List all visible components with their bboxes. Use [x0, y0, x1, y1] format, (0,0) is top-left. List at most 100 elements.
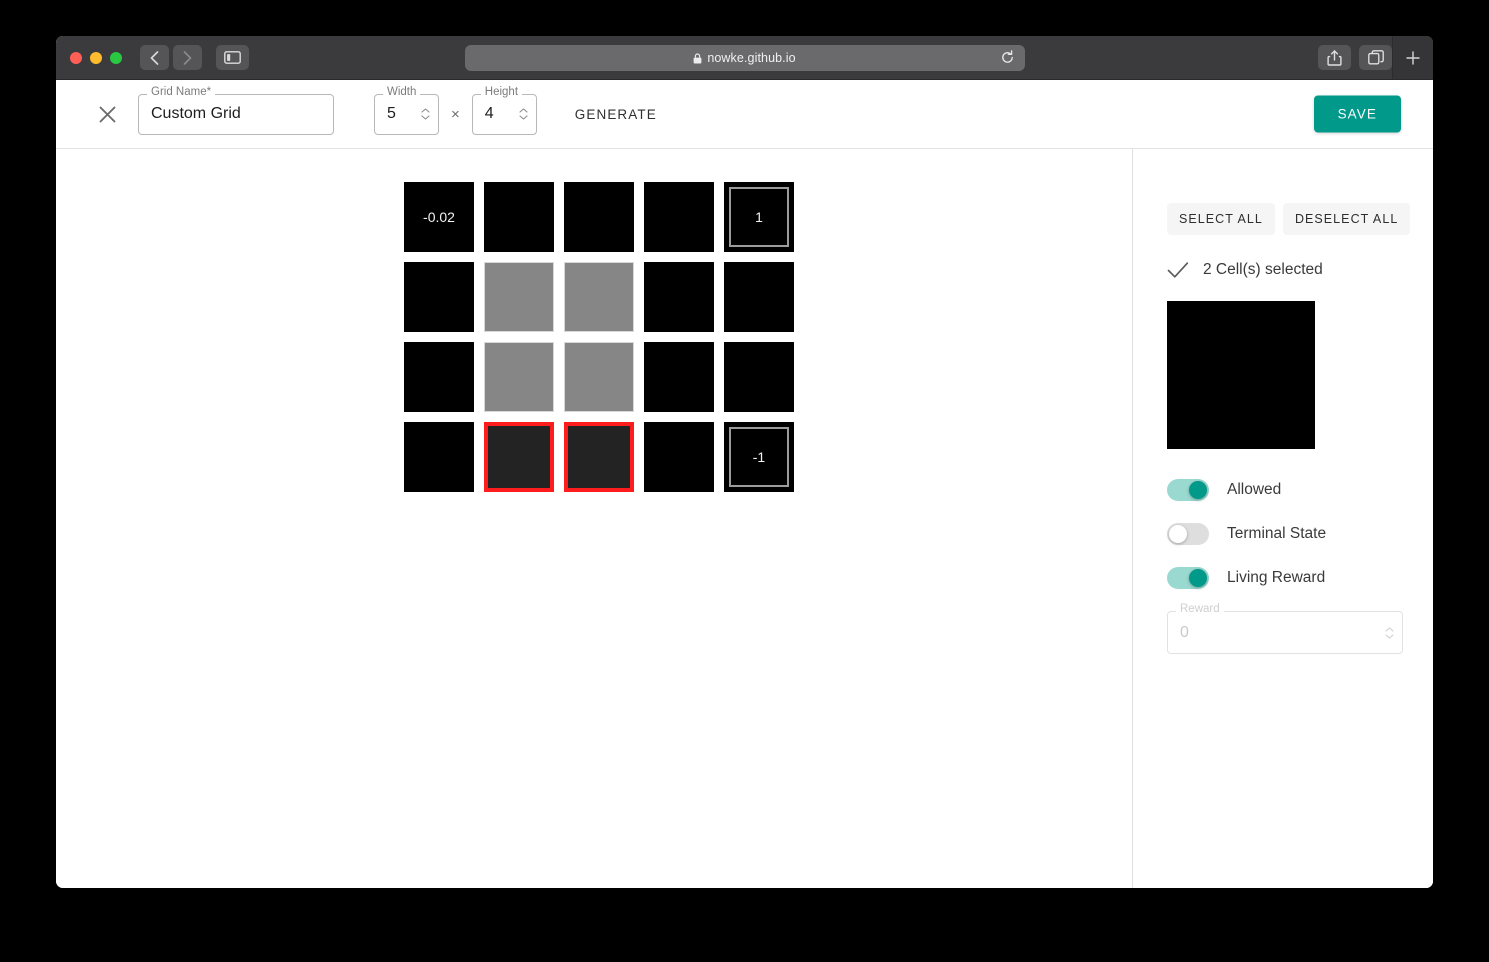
- cell-properties-panel: SELECT ALL DESELECT ALL 2 Cell(s) select…: [1133, 149, 1433, 888]
- toggle-label: Living Reward: [1227, 569, 1326, 586]
- grid-cell[interactable]: 1: [724, 182, 794, 252]
- close-editor-button[interactable]: [88, 95, 126, 133]
- new-tab-button[interactable]: [1392, 36, 1433, 79]
- screen: nowke.github.io Grid Name* Custom Grid W…: [0, 0, 1489, 962]
- dimension-separator: ×: [451, 105, 460, 123]
- grid-cell-value: -1: [752, 449, 766, 465]
- toggle-row: Living Reward: [1167, 567, 1399, 589]
- grid-cell[interactable]: [404, 422, 474, 492]
- grid-cell[interactable]: [644, 262, 714, 332]
- height-label: Height: [480, 86, 523, 98]
- browser-toolbar-right: [1318, 36, 1433, 79]
- grid-name-label: Grid Name*: [147, 86, 216, 98]
- reward-label: Reward: [1176, 603, 1224, 616]
- toggle-row: Allowed: [1167, 479, 1399, 501]
- height-stepper[interactable]: [519, 108, 528, 120]
- selection-buttons: SELECT ALL DESELECT ALL: [1167, 203, 1411, 235]
- share-icon: [1327, 49, 1342, 66]
- height-field[interactable]: Height 4: [471, 86, 537, 135]
- stepper-up-icon[interactable]: [1385, 626, 1394, 632]
- grid-cell[interactable]: [484, 182, 554, 252]
- check-icon: [1167, 262, 1189, 278]
- select-all-button[interactable]: SELECT ALL: [1167, 203, 1275, 235]
- show-tabs-icon: [1367, 50, 1384, 65]
- stepper-down-icon[interactable]: [519, 115, 528, 120]
- back-button[interactable]: [140, 45, 169, 70]
- plus-icon: [1406, 50, 1420, 65]
- deselect-all-button[interactable]: DESELECT ALL: [1282, 203, 1411, 235]
- width-label: Width: [383, 86, 421, 98]
- grid-name-field[interactable]: Grid Name* Custom Grid: [138, 86, 334, 135]
- maximize-window-button[interactable]: [110, 51, 122, 64]
- editor-body: -0.02 1 -1 SELECT ALL DESELECT ALL 2 Cell(…: [56, 149, 1433, 888]
- toggle-switch[interactable]: [1167, 523, 1209, 545]
- toggle-row: Terminal State: [1167, 523, 1399, 545]
- lock-icon: [693, 52, 702, 63]
- grid-cell[interactable]: [724, 262, 794, 332]
- sidebar-toggle-button[interactable]: [216, 45, 249, 70]
- grid-cell[interactable]: -0.02: [404, 182, 474, 252]
- grid-cell-value: -0.02: [423, 209, 455, 225]
- grid-cell[interactable]: -1: [724, 422, 794, 492]
- width-stepper[interactable]: [421, 108, 430, 120]
- save-button[interactable]: SAVE: [1313, 95, 1401, 133]
- grid-cell[interactable]: [564, 182, 634, 252]
- toggle-knob: [1189, 481, 1207, 499]
- forward-button[interactable]: [173, 45, 202, 70]
- window-controls: [70, 51, 122, 64]
- reward-field[interactable]: Reward 0: [1167, 603, 1403, 654]
- grid-cell[interactable]: [644, 182, 714, 252]
- reload-icon[interactable]: [1000, 50, 1015, 65]
- grid-name-value: Custom Grid: [151, 105, 241, 122]
- grid-container: -0.02 1 -1: [399, 177, 799, 497]
- address-bar-text-group: nowke.github.io: [693, 51, 796, 65]
- grid-cell[interactable]: [724, 342, 794, 412]
- grid-cell[interactable]: [564, 262, 634, 332]
- address-bar[interactable]: nowke.github.io: [464, 45, 1025, 71]
- close-window-button[interactable]: [70, 51, 82, 64]
- grid-cell[interactable]: [644, 422, 714, 492]
- grid: -0.02 1 -1: [399, 177, 799, 497]
- grid-cell[interactable]: [484, 342, 554, 412]
- browser-toolbar: nowke.github.io: [56, 36, 1433, 80]
- grid-cell-value: 1: [755, 209, 763, 225]
- chevron-left-icon: [150, 50, 159, 65]
- stepper-up-icon[interactable]: [421, 108, 430, 113]
- url-label: nowke.github.io: [707, 51, 796, 65]
- cell-toggles: Allowed Terminal State Living Reward: [1167, 479, 1399, 589]
- grid-cell[interactable]: [404, 342, 474, 412]
- minimize-window-button[interactable]: [90, 51, 102, 64]
- editor-toolbar: Grid Name* Custom Grid Width 5 × Height: [56, 80, 1433, 149]
- cell-color-preview[interactable]: [1167, 301, 1315, 449]
- address-bar-container: nowke.github.io: [56, 45, 1433, 71]
- close-icon: [99, 106, 115, 122]
- stepper-down-icon[interactable]: [1385, 633, 1394, 639]
- show-tabs-button[interactable]: [1359, 45, 1392, 70]
- width-field[interactable]: Width 5: [374, 86, 439, 135]
- stepper-down-icon[interactable]: [421, 115, 430, 120]
- grid-cell[interactable]: [564, 422, 634, 492]
- reward-value: 0: [1180, 623, 1189, 641]
- share-button[interactable]: [1318, 45, 1351, 70]
- toggle-switch[interactable]: [1167, 479, 1209, 501]
- grid-cell[interactable]: [484, 422, 554, 492]
- sidebar-toggle-icon: [224, 51, 241, 64]
- browser-window: nowke.github.io Grid Name* Custom Grid W…: [56, 36, 1433, 888]
- grid-cell[interactable]: [404, 262, 474, 332]
- grid-cell[interactable]: [564, 342, 634, 412]
- chevron-right-icon: [183, 50, 192, 65]
- navigation-buttons: [140, 45, 202, 70]
- stepper-up-icon[interactable]: [519, 108, 528, 113]
- selected-count-label: 2 Cell(s) selected: [1203, 261, 1323, 278]
- grid-cell[interactable]: [484, 262, 554, 332]
- generate-button[interactable]: GENERATE: [567, 99, 665, 130]
- selection-status: 2 Cell(s) selected: [1167, 261, 1399, 279]
- grid-cell[interactable]: [644, 342, 714, 412]
- toggle-knob: [1169, 525, 1187, 543]
- grid-canvas: -0.02 1 -1: [56, 149, 1133, 888]
- reward-stepper[interactable]: [1385, 626, 1394, 639]
- toggle-label: Terminal State: [1227, 525, 1327, 542]
- toggle-switch[interactable]: [1167, 567, 1209, 589]
- toggle-knob: [1189, 569, 1207, 587]
- toggle-label: Allowed: [1227, 481, 1282, 498]
